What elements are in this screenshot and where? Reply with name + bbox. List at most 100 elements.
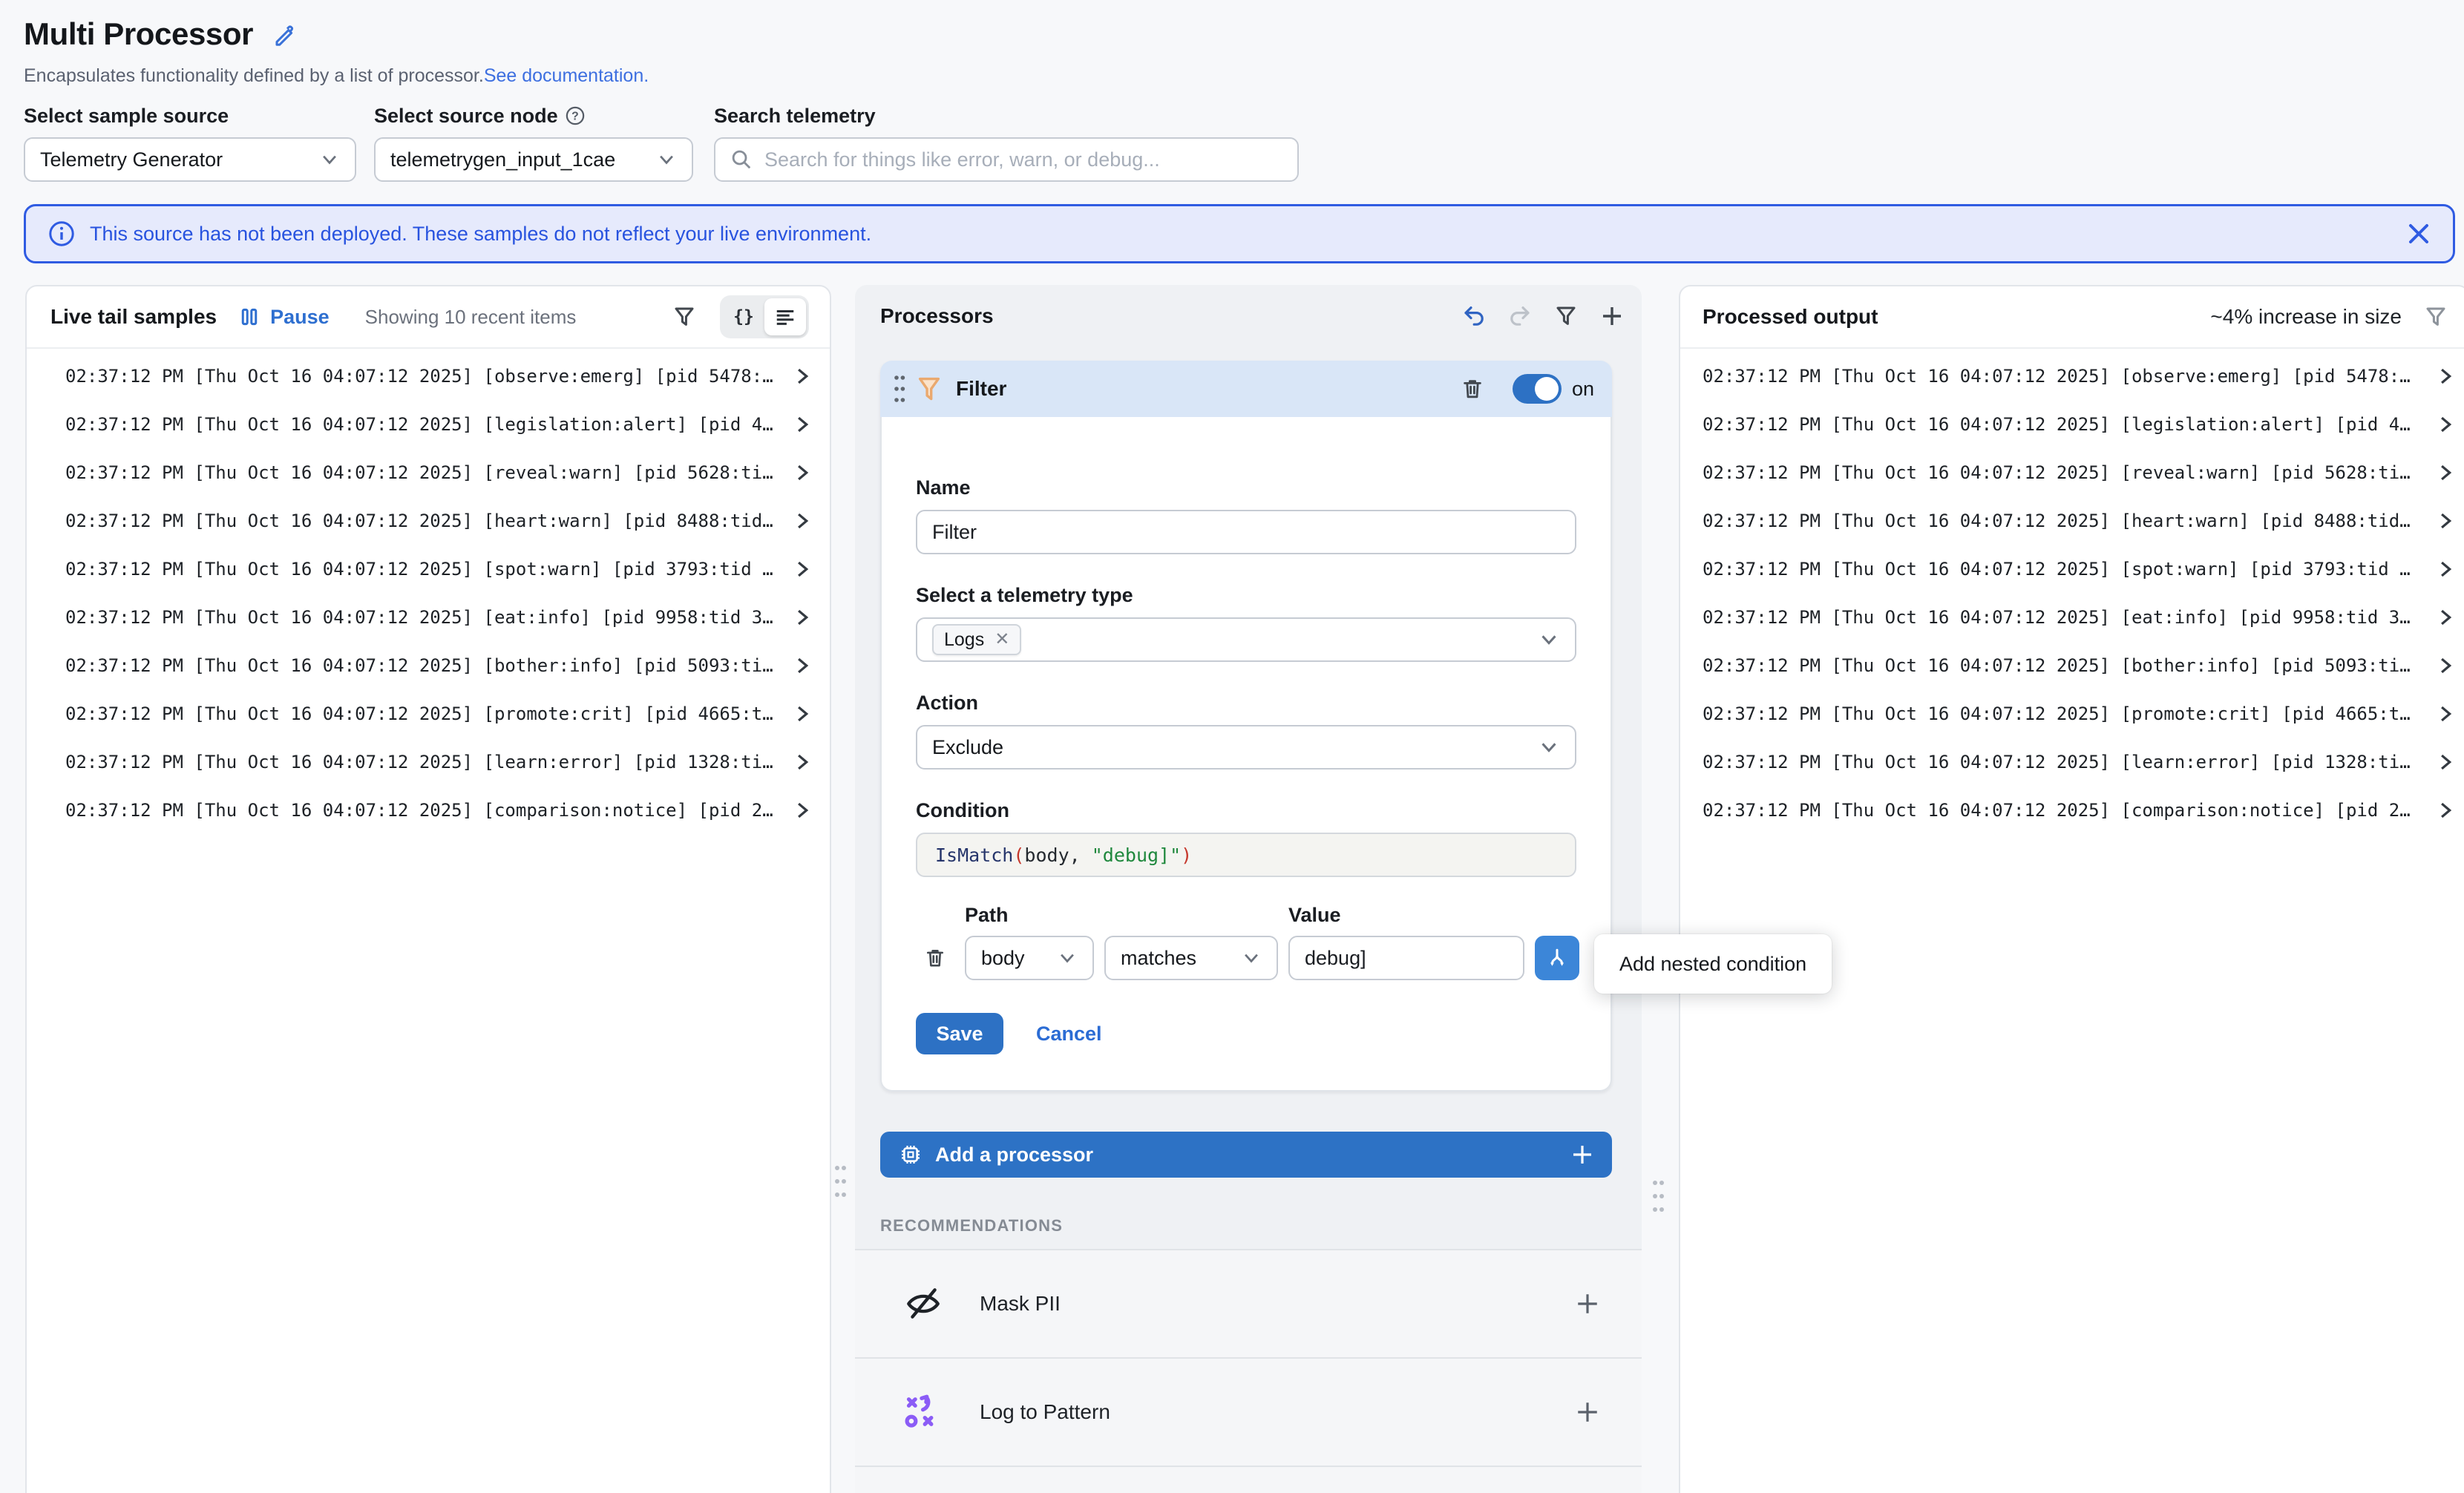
panel-resize-handle-right[interactable] xyxy=(1651,1177,1665,1215)
chevron-right-icon[interactable] xyxy=(793,415,812,434)
edit-title-button[interactable] xyxy=(272,22,296,46)
chevron-right-icon[interactable] xyxy=(2436,560,2455,579)
log-text: 02:37:12 PM [Thu Oct 16 04:07:12 2025] [… xyxy=(65,655,793,676)
log-row[interactable]: 02:37:12 PM [Thu Oct 16 04:07:12 2025] [… xyxy=(27,738,830,786)
see-documentation-link[interactable]: See documentation. xyxy=(484,65,649,86)
source-node-select[interactable]: telemetrygen_input_1cae xyxy=(374,137,693,182)
chevron-right-icon[interactable] xyxy=(793,560,812,579)
filter-card-header: Filter on xyxy=(880,361,1612,417)
chevron-right-icon[interactable] xyxy=(793,704,812,723)
log-row[interactable]: 02:37:12 PM [Thu Oct 16 04:07:12 2025] [… xyxy=(1680,641,2464,689)
add-processor-button[interactable]: Add a processor xyxy=(880,1132,1612,1178)
condition-label: Condition xyxy=(916,799,1576,822)
search-telemetry-input[interactable] xyxy=(764,148,1282,171)
log-row[interactable]: 02:37:12 PM [Thu Oct 16 04:07:12 2025] [… xyxy=(27,496,830,545)
chevron-right-icon[interactable] xyxy=(2436,801,2455,820)
banner-text: This source has not been deployed. These… xyxy=(90,223,2407,246)
chevron-right-icon[interactable] xyxy=(793,801,812,820)
telemetry-chip: Logs ✕ xyxy=(932,624,1021,655)
log-row[interactable]: 02:37:12 PM [Thu Oct 16 04:07:12 2025] [… xyxy=(27,786,830,834)
log-row[interactable]: 02:37:12 PM [Thu Oct 16 04:07:12 2025] [… xyxy=(1680,448,2464,496)
chevron-down-icon xyxy=(1538,736,1560,758)
help-icon[interactable]: ? xyxy=(566,106,585,125)
log-row[interactable]: 02:37:12 PM [Thu Oct 16 04:07:12 2025] [… xyxy=(27,352,830,400)
log-row[interactable]: 02:37:12 PM [Thu Oct 16 04:07:12 2025] [… xyxy=(1680,689,2464,738)
log-row[interactable]: 02:37:12 PM [Thu Oct 16 04:07:12 2025] [… xyxy=(1680,786,2464,834)
processed-output-filter-button[interactable] xyxy=(2418,299,2454,335)
log-row[interactable]: 02:37:12 PM [Thu Oct 16 04:07:12 2025] [… xyxy=(1680,496,2464,545)
processor-enabled-toggle[interactable] xyxy=(1513,374,1562,404)
size-change-text: ~4% increase in size xyxy=(2210,305,2402,329)
log-row[interactable]: 02:37:12 PM [Thu Oct 16 04:07:12 2025] [… xyxy=(1680,593,2464,641)
chevron-right-icon[interactable] xyxy=(2436,752,2455,772)
log-row[interactable]: 02:37:12 PM [Thu Oct 16 04:07:12 2025] [… xyxy=(27,641,830,689)
chevron-right-icon[interactable] xyxy=(793,656,812,675)
processors-title: Processors xyxy=(880,304,994,328)
chevron-right-icon[interactable] xyxy=(793,463,812,482)
log-row[interactable]: 02:37:12 PM [Thu Oct 16 04:07:12 2025] [… xyxy=(1680,545,2464,593)
pause-button[interactable]: Pause xyxy=(239,306,330,329)
plus-icon[interactable] xyxy=(1575,1400,1600,1425)
telemetry-chip-label: Logs xyxy=(944,629,984,651)
log-row[interactable]: 02:37:12 PM [Thu Oct 16 04:07:12 2025] [… xyxy=(27,545,830,593)
processors-filter-button[interactable] xyxy=(1548,298,1584,334)
add-nested-condition-button[interactable] xyxy=(1535,936,1579,980)
banner-close-button[interactable] xyxy=(2407,222,2431,246)
chevron-right-icon[interactable] xyxy=(2436,608,2455,627)
action-group: Action Exclude xyxy=(916,692,1576,770)
log-row[interactable]: 02:37:12 PM [Thu Oct 16 04:07:12 2025] [… xyxy=(27,448,830,496)
condition-value-input[interactable] xyxy=(1288,936,1524,980)
plus-icon[interactable] xyxy=(1575,1291,1600,1316)
log-text: 02:37:12 PM [Thu Oct 16 04:07:12 2025] [… xyxy=(1703,462,2436,483)
redo-icon xyxy=(1507,303,1533,329)
add-processor-label: Add a processor xyxy=(935,1143,1093,1166)
chevron-right-icon[interactable] xyxy=(2436,367,2455,386)
panel-resize-handle-left[interactable] xyxy=(833,1162,848,1201)
live-tail-filter-button[interactable] xyxy=(666,299,702,335)
action-select[interactable]: Exclude xyxy=(916,725,1576,770)
chevron-right-icon[interactable] xyxy=(793,752,812,772)
log-row[interactable]: 02:37:12 PM [Thu Oct 16 04:07:12 2025] [… xyxy=(27,400,830,448)
processor-name-input[interactable] xyxy=(916,510,1576,554)
log-row[interactable]: 02:37:12 PM [Thu Oct 16 04:07:12 2025] [… xyxy=(27,689,830,738)
cancel-button[interactable]: Cancel xyxy=(1036,1023,1102,1046)
filter-card-body: Name Select a telemetry type Logs ✕ xyxy=(880,417,1612,1092)
drag-handle[interactable] xyxy=(892,373,907,405)
view-toggle-list[interactable] xyxy=(764,298,806,335)
toggle-state-label: on xyxy=(1572,378,1594,401)
chevron-right-icon[interactable] xyxy=(2436,656,2455,675)
chevron-right-icon[interactable] xyxy=(2436,415,2455,434)
chevron-right-icon[interactable] xyxy=(2436,511,2455,531)
telemetry-type-multiselect[interactable]: Logs ✕ xyxy=(916,617,1576,662)
delete-condition-button[interactable] xyxy=(916,947,954,969)
chevron-right-icon[interactable] xyxy=(2436,463,2455,482)
pause-icon xyxy=(239,306,260,328)
path-select[interactable]: body xyxy=(965,936,1094,980)
sample-source-select[interactable]: Telemetry Generator xyxy=(24,137,356,182)
log-row[interactable]: 02:37:12 PM [Thu Oct 16 04:07:12 2025] [… xyxy=(1680,738,2464,786)
chevron-right-icon[interactable] xyxy=(793,511,812,531)
redo-button[interactable] xyxy=(1502,298,1538,334)
name-field-group: Name xyxy=(916,476,1576,554)
chevron-right-icon[interactable] xyxy=(2436,704,2455,723)
recommendation-mask-pii[interactable]: Mask PII xyxy=(855,1249,1642,1357)
save-button[interactable]: Save xyxy=(916,1013,1003,1054)
chip-remove-icon[interactable]: ✕ xyxy=(995,631,1009,649)
undo-button[interactable] xyxy=(1456,298,1492,334)
app-header: Multi Processor Encapsulates functionali… xyxy=(0,0,2464,182)
recommendation-label: Log to Pattern xyxy=(980,1400,1110,1424)
log-row[interactable]: 02:37:12 PM [Thu Oct 16 04:07:12 2025] [… xyxy=(1680,400,2464,448)
view-toggle-json[interactable]: {} xyxy=(723,298,764,335)
recommendation-log-to-pattern[interactable]: Log to Pattern xyxy=(855,1357,1642,1466)
log-row[interactable]: 02:37:12 PM [Thu Oct 16 04:07:12 2025] [… xyxy=(27,593,830,641)
condition-expression[interactable]: IsMatch(body, "debug]") xyxy=(916,833,1576,877)
sample-source-group: Select sample source Telemetry Generator xyxy=(24,103,356,182)
add-processor-icon-button[interactable] xyxy=(1594,298,1630,334)
delete-processor-button[interactable] xyxy=(1455,371,1490,407)
chevron-right-icon[interactable] xyxy=(793,608,812,627)
path-label: Path xyxy=(965,904,1094,927)
operator-select[interactable]: matches xyxy=(1104,936,1278,980)
deployment-banner: This source has not been deployed. These… xyxy=(24,204,2455,263)
log-row[interactable]: 02:37:12 PM [Thu Oct 16 04:07:12 2025] [… xyxy=(1680,352,2464,400)
chevron-right-icon[interactable] xyxy=(793,367,812,386)
